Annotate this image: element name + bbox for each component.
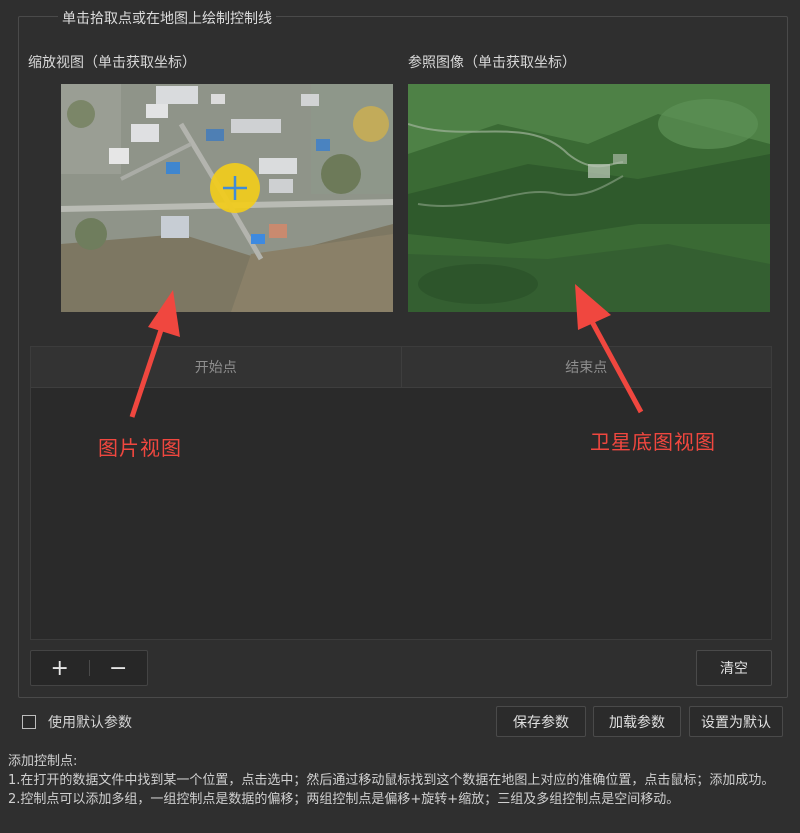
- annotation-satellite-view: 卫星底图视图: [590, 430, 716, 454]
- use-default-params-row[interactable]: 使用默认参数: [22, 712, 132, 732]
- zoom-view[interactable]: [61, 84, 393, 312]
- group-title: 单击拾取点或在地图上绘制控制线: [58, 8, 276, 28]
- annotation-image-view: 图片视图: [98, 436, 182, 460]
- add-point-button[interactable]: +: [31, 651, 89, 685]
- set-default-button[interactable]: 设置为默认: [689, 706, 783, 737]
- table-header: 开始点 结束点: [31, 347, 771, 388]
- load-params-button[interactable]: 加载参数: [593, 706, 681, 737]
- use-default-params-checkbox[interactable]: [22, 715, 36, 729]
- reference-view-label: 参照图像（单击获取坐标）: [408, 55, 576, 71]
- use-default-params-label: 使用默认参数: [48, 715, 132, 731]
- help-line-2: 2.控制点可以添加多组，一组控制点是数据的偏移；两组控制点是偏移+旋转+缩放；三…: [8, 792, 680, 807]
- add-remove-buttons: + −: [30, 650, 148, 686]
- help-title: 添加控制点:: [8, 754, 78, 769]
- remove-point-button[interactable]: −: [90, 651, 148, 685]
- control-points-table[interactable]: 开始点 结束点: [30, 346, 772, 640]
- reference-view[interactable]: [408, 84, 770, 312]
- clear-button[interactable]: 清空: [696, 650, 772, 686]
- zoom-view-label: 缩放视图（单击获取坐标）: [28, 55, 196, 71]
- help-line-1: 1.在打开的数据文件中找到某一个位置，点击选中；然后通过移动鼠标找到这个数据在地…: [8, 773, 775, 788]
- help-text: 添加控制点: 1.在打开的数据文件中找到某一个位置，点击选中；然后通过移动鼠标找…: [8, 752, 794, 809]
- column-header-end-point[interactable]: 结束点: [400, 347, 772, 387]
- column-header-start-point[interactable]: 开始点: [31, 347, 401, 387]
- save-params-button[interactable]: 保存参数: [496, 706, 586, 737]
